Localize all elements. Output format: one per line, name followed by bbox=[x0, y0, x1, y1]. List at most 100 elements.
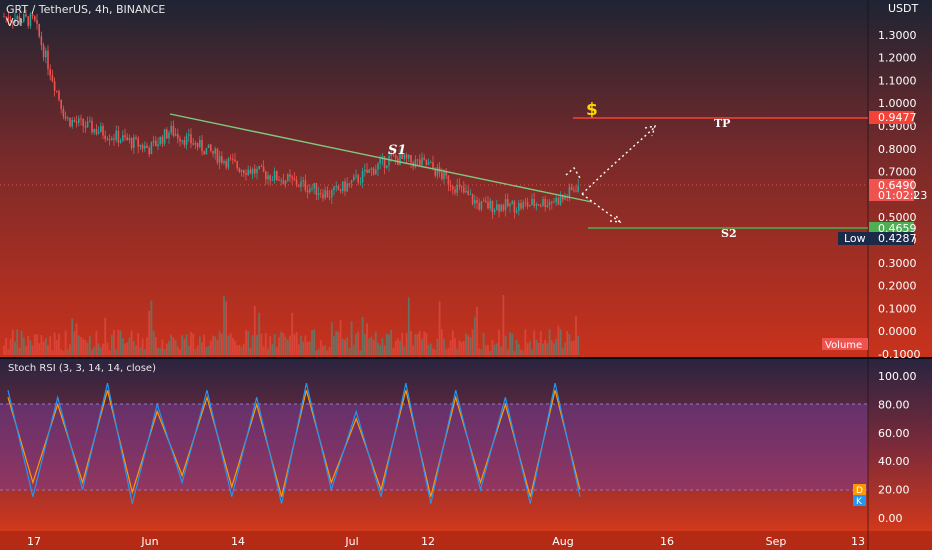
volume-bar bbox=[403, 346, 406, 355]
volume-bar bbox=[258, 312, 261, 355]
candle-body bbox=[348, 182, 351, 184]
price-tick-label: 1.3000 bbox=[878, 29, 917, 42]
volume-bar bbox=[220, 333, 223, 355]
volume-bar bbox=[20, 330, 23, 355]
volume-bar bbox=[75, 323, 78, 355]
candle-body bbox=[447, 175, 450, 186]
candle-body bbox=[423, 157, 425, 160]
candle-body bbox=[575, 190, 577, 192]
candle-body bbox=[302, 180, 304, 182]
candle-body bbox=[232, 158, 234, 160]
volume-bar bbox=[491, 339, 494, 355]
candle-body bbox=[480, 201, 483, 210]
candle-body bbox=[357, 175, 359, 183]
chart-svg[interactable]: S1 TP S2 $ 1.30001.20001.10001.00000.900… bbox=[0, 0, 932, 550]
volume-bar bbox=[201, 342, 203, 355]
volume-bar bbox=[407, 297, 410, 355]
candle-body bbox=[122, 135, 124, 141]
volume-bar bbox=[326, 350, 329, 355]
x-tick-label: Sep bbox=[766, 535, 787, 548]
volume-bar bbox=[97, 343, 100, 355]
candle-body bbox=[84, 126, 87, 128]
price-tick-label: 0.1000 bbox=[878, 302, 917, 315]
volume-bar bbox=[539, 331, 542, 355]
volume-bar bbox=[390, 329, 393, 355]
candle-body bbox=[476, 200, 478, 203]
volume-bar bbox=[524, 329, 527, 355]
volume-bar bbox=[7, 349, 10, 355]
volume-bar bbox=[126, 342, 129, 355]
volume-indicator-label[interactable]: Vol bbox=[6, 16, 22, 29]
volume-bar bbox=[47, 345, 49, 355]
candle-body bbox=[254, 168, 256, 174]
price-tick-label: 1.0000 bbox=[878, 97, 917, 110]
candle-body bbox=[212, 150, 214, 154]
volume-bar bbox=[269, 336, 272, 355]
volume-bar bbox=[370, 336, 373, 355]
volume-bar bbox=[84, 339, 87, 355]
volume-bar bbox=[135, 345, 137, 355]
volume-bar bbox=[513, 350, 516, 355]
volume-bar bbox=[22, 337, 25, 355]
candle-body bbox=[148, 147, 150, 155]
candle-body bbox=[45, 50, 47, 58]
volume-bar bbox=[291, 312, 294, 355]
volume-bar bbox=[148, 310, 151, 355]
candle-body bbox=[410, 154, 412, 163]
volume-bar bbox=[392, 347, 395, 355]
volume-bar bbox=[295, 332, 298, 355]
candle-body bbox=[225, 161, 227, 168]
volume-bar bbox=[482, 332, 485, 355]
x-tick-label: Jun bbox=[140, 535, 158, 548]
candle-body bbox=[361, 171, 364, 183]
volume-bar bbox=[498, 329, 500, 355]
candle-body bbox=[537, 204, 540, 206]
candle-body bbox=[386, 165, 388, 168]
volume-bar bbox=[187, 345, 190, 355]
candle-body bbox=[73, 119, 76, 122]
candle-body bbox=[86, 121, 89, 128]
volume-bar bbox=[445, 349, 448, 355]
candle-body bbox=[271, 180, 274, 181]
volume-bar bbox=[348, 347, 351, 355]
volume-bar bbox=[511, 333, 514, 355]
candle-body bbox=[515, 210, 518, 213]
symbol-title[interactable]: GRT / TetherUS, 4h, BINANCE bbox=[6, 3, 165, 16]
volume-bar bbox=[194, 348, 197, 355]
low-label: Low bbox=[844, 232, 866, 245]
volume-bar bbox=[427, 345, 430, 355]
volume-bar bbox=[504, 335, 507, 355]
price-tick-label: 1.2000 bbox=[878, 52, 917, 65]
volume-bar bbox=[456, 348, 459, 355]
candle-body bbox=[416, 159, 419, 161]
candle-body bbox=[540, 205, 542, 207]
candle-body bbox=[152, 140, 155, 143]
candle-body bbox=[128, 138, 131, 140]
volume-bar bbox=[520, 349, 522, 355]
candle-body bbox=[161, 136, 164, 144]
volume-bar bbox=[311, 330, 313, 355]
candle-body bbox=[502, 204, 505, 211]
candle-body bbox=[62, 109, 65, 117]
volume-bar bbox=[517, 344, 520, 355]
candle-body bbox=[265, 171, 267, 180]
volume-bar bbox=[341, 339, 344, 355]
candle-body bbox=[100, 126, 102, 133]
volume-bar bbox=[71, 318, 74, 355]
volume-bar bbox=[44, 338, 47, 355]
candle-body bbox=[247, 169, 249, 175]
volume-bar bbox=[282, 332, 285, 355]
volume-bar bbox=[150, 300, 153, 355]
volume-bar bbox=[27, 336, 30, 355]
candle-body bbox=[243, 170, 245, 174]
candle-body bbox=[542, 199, 544, 206]
candle-body bbox=[236, 161, 238, 169]
candle-body bbox=[262, 166, 265, 172]
volume-bar bbox=[86, 342, 89, 355]
candle-body bbox=[276, 171, 278, 181]
volume-bar bbox=[212, 335, 214, 355]
volume-bar bbox=[168, 340, 170, 355]
candle-body bbox=[64, 116, 67, 119]
candle-body bbox=[291, 176, 293, 179]
volume-bar bbox=[302, 341, 305, 355]
